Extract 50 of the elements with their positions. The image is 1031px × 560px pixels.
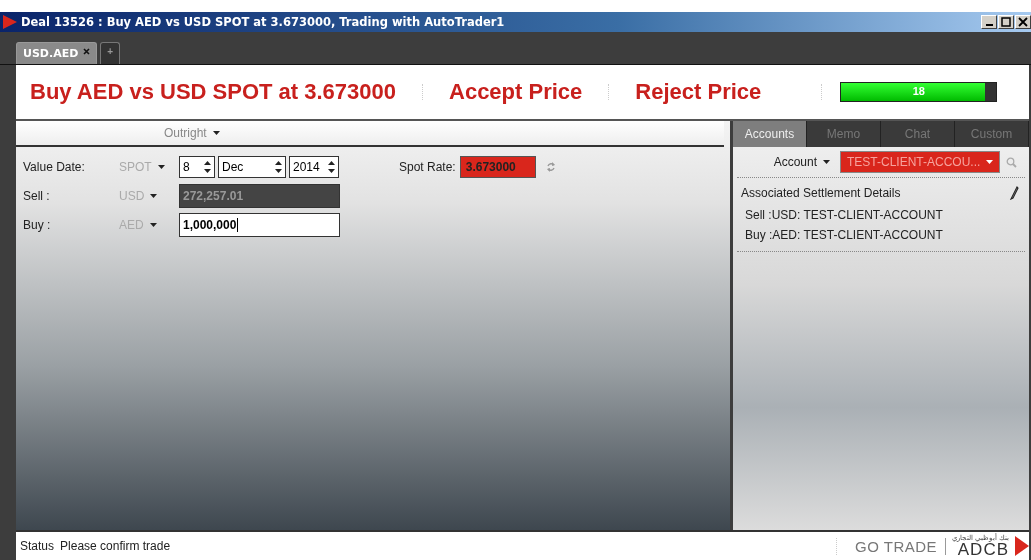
tab[interactable]: USD.AED: [16, 42, 98, 64]
countdown-value: 18: [911, 85, 926, 97]
caret-icon: [157, 165, 165, 169]
settlement-line: Sell :USD: TEST-CLIENT-ACCOUNT: [744, 207, 944, 224]
status-label: Status: [20, 539, 55, 553]
accept-price-button[interactable]: Accept Price: [449, 79, 583, 105]
reject-price-button[interactable]: Reject Price: [635, 79, 762, 105]
year-spinner[interactable]: 2014: [289, 156, 339, 178]
maximize-button[interactable]: [998, 15, 1014, 29]
settlement-line: Buy :AED: TEST-CLIENT-ACCOUNT: [744, 227, 944, 244]
account-type-dropdown[interactable]: Account: [773, 155, 830, 169]
caret-icon: [149, 223, 157, 227]
section-title: Associated Settlement Details: [741, 186, 901, 200]
pencil-icon[interactable]: [1009, 186, 1019, 200]
close-icon: [1018, 17, 1028, 27]
tenor-dropdown[interactable]: SPOT: [119, 160, 179, 174]
minimize-icon: [985, 24, 993, 26]
play-icon: [2, 14, 18, 30]
maximize-icon: [1001, 17, 1011, 27]
trade-type-dropdown[interactable]: Outright: [164, 126, 220, 140]
go-trade-button[interactable]: GO TRADE: [836, 537, 947, 555]
window-title: Deal 13526 : Buy AED vs USD SPOT at 3.673000, Trading with AutoTrader1: [21, 15, 505, 29]
field-label: Buy :: [23, 218, 52, 232]
close-icon[interactable]: [83, 48, 91, 55]
status-message: Please confirm trade: [60, 539, 171, 553]
play-icon: [1015, 536, 1029, 556]
deal-summary: Buy AED vs USD SPOT at 3.673000: [30, 79, 396, 105]
field-label: Value Date:: [23, 160, 86, 174]
logo-text: ADCB: [957, 541, 1009, 558]
spot-rate-value: 3.673000: [459, 156, 536, 178]
day-spinner[interactable]: 8: [179, 156, 215, 178]
field-label: Sell :: [23, 189, 51, 203]
caret-icon: [986, 160, 993, 164]
amount-field[interactable]: 1,000,000: [179, 213, 340, 237]
caret-icon: [212, 131, 220, 135]
caret-icon: [150, 194, 158, 198]
minimize-button[interactable]: [981, 15, 997, 29]
field-label: Spot Rate:: [399, 160, 456, 174]
spinner-arrows-icon: [204, 160, 211, 174]
tab[interactable]: Custom: [955, 121, 1029, 147]
caret-icon: [823, 160, 830, 164]
spinner-arrows-icon: [275, 160, 282, 174]
tab[interactable]: Accounts: [733, 121, 807, 147]
month-spinner[interactable]: Dec: [218, 156, 286, 178]
client-dropdown[interactable]: TEST-CLIENT-ACCOU...: [840, 151, 1000, 173]
close-button[interactable]: [1015, 15, 1031, 29]
tab[interactable]: Memo: [807, 121, 881, 147]
tab[interactable]: Chat: [881, 121, 955, 147]
spinner-arrows-icon: [328, 160, 335, 174]
tab[interactable]: +: [100, 42, 121, 64]
